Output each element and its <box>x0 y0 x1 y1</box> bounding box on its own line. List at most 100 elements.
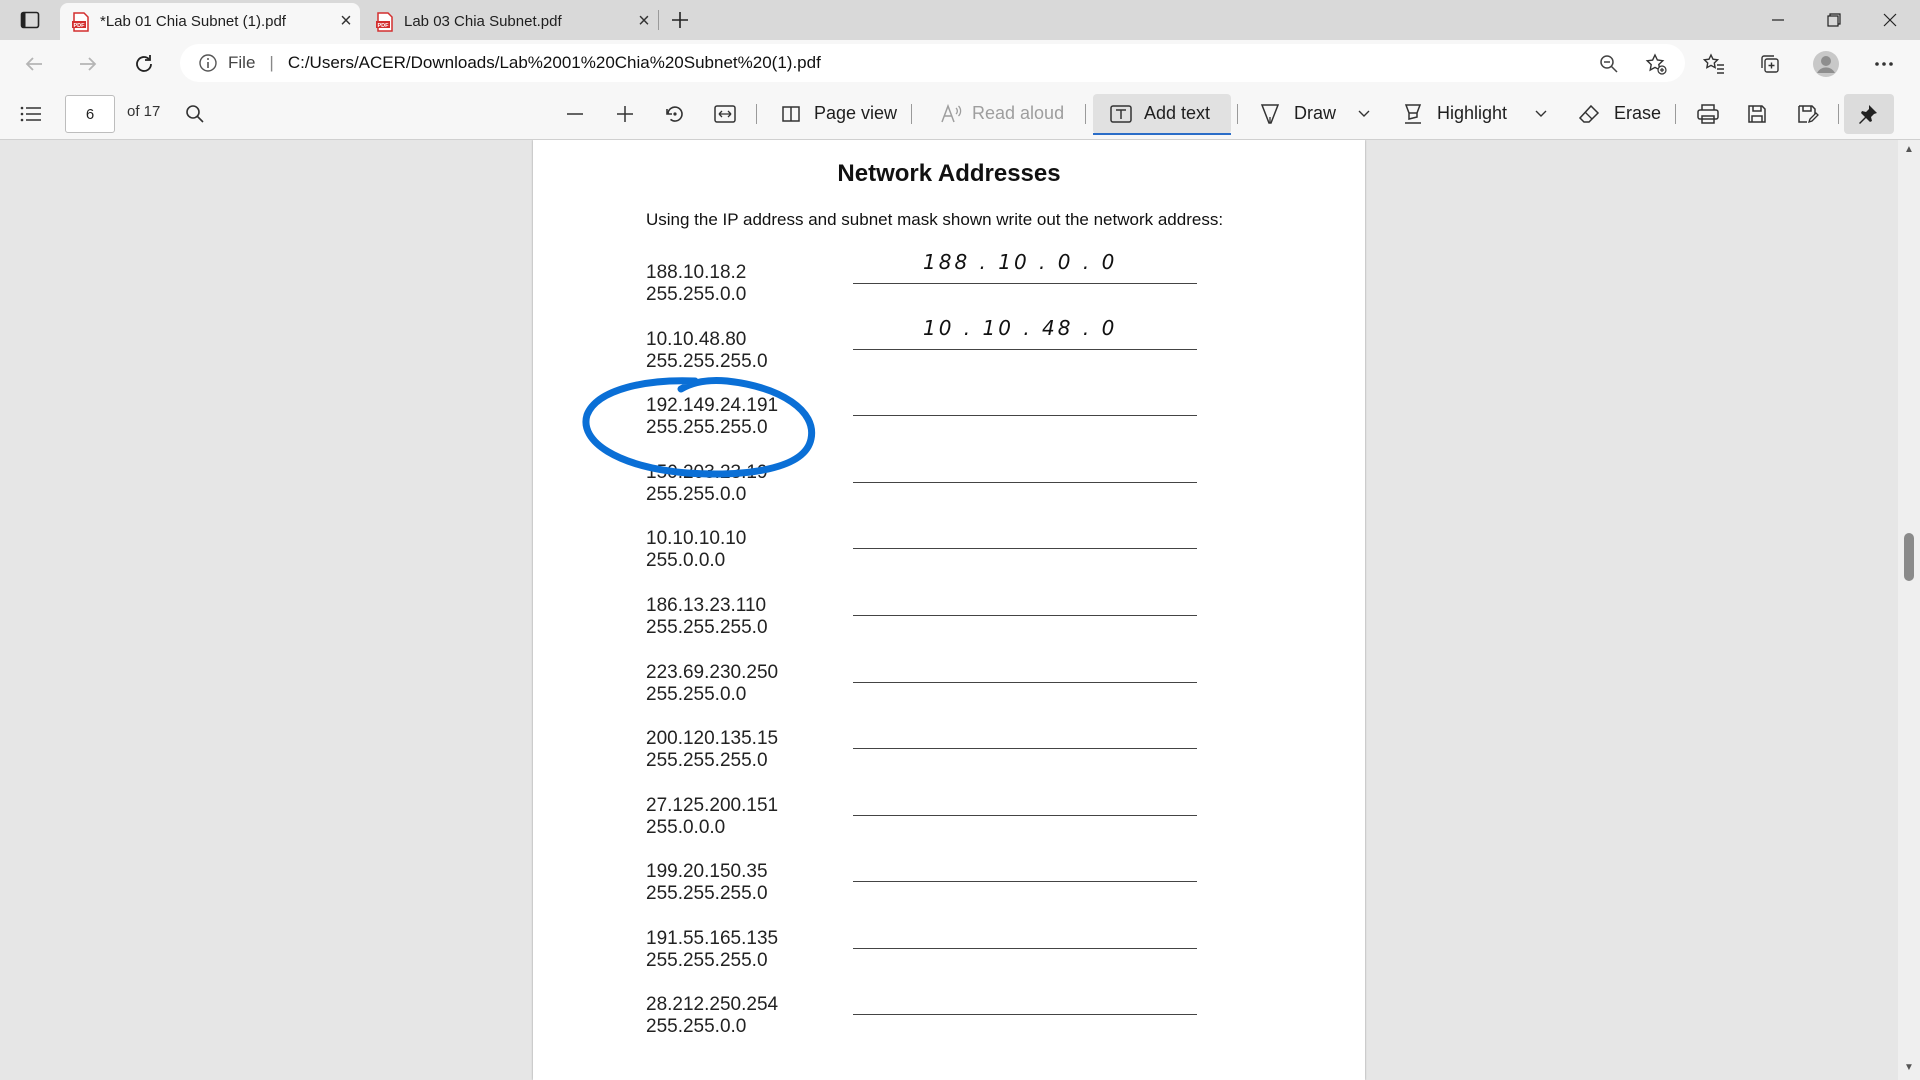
ink-circle-annotation[interactable] <box>577 375 819 481</box>
info-icon[interactable] <box>198 53 218 73</box>
highlight-options-chevron-down-icon[interactable] <box>1535 88 1547 139</box>
close-window-icon[interactable] <box>1862 0 1918 40</box>
find-search-icon[interactable] <box>185 88 205 139</box>
ip-address: 10.10.10.10 <box>646 528 747 549</box>
scroll-up-arrow-icon[interactable]: ▲ <box>1904 144 1914 155</box>
highlight-label: Highlight <box>1437 103 1508 123</box>
read-aloud-label: Read aloud <box>972 103 1065 123</box>
answer-line[interactable] <box>853 881 1197 882</box>
eraser-icon <box>1578 104 1600 124</box>
ip-address: 10.10.48.80 <box>646 329 747 350</box>
fit-page-icon[interactable] <box>714 88 736 139</box>
subnet-mask: 255.255.0.0 <box>646 684 747 705</box>
add-text-button[interactable]: Add text <box>1110 88 1210 139</box>
answer-line[interactable] <box>853 815 1197 816</box>
pdf-toolbar: 6 of 17 Page view Read aloud Add text Dr… <box>0 88 1920 140</box>
page-number-input[interactable]: 6 <box>65 95 115 133</box>
zoom-icon[interactable] <box>1595 50 1623 78</box>
pdf-viewer[interactable]: Network Addresses Using the IP address a… <box>0 140 1920 1080</box>
page-view-icon <box>780 104 802 124</box>
refresh-icon[interactable] <box>128 48 160 80</box>
close-tab-icon[interactable]: × <box>332 10 360 33</box>
read-aloud-button[interactable]: Read aloud <box>940 88 1064 139</box>
answer-line[interactable] <box>853 283 1197 284</box>
answer-line[interactable] <box>853 548 1197 549</box>
add-favorite-icon[interactable] <box>1642 50 1670 78</box>
tab-title: Lab 03 Chia Subnet.pdf <box>404 13 562 30</box>
url-text: C:/Users/ACER/Downloads/Lab%2001%20Chia%… <box>287 53 821 72</box>
handwritten-answer: 10 . 10 . 48 . 0 <box>923 316 1118 340</box>
draw-label: Draw <box>1294 103 1337 123</box>
scheme-label: File <box>228 53 256 72</box>
pdf-page: Network Addresses Using the IP address a… <box>533 140 1365 1080</box>
tab-bar: PDF *Lab 01 Chia Subnet (1).pdf × PDF La… <box>0 0 1920 40</box>
answer-line[interactable] <box>853 415 1197 416</box>
url-divider: | <box>269 53 274 72</box>
url-field[interactable]: File | C:/Users/ACER/Downloads/Lab%2001%… <box>180 44 1685 82</box>
address-entry: 188.10.18.2 255.255.0.0 <box>646 262 746 306</box>
toolbar-divider <box>1237 104 1238 124</box>
save-as-icon[interactable] <box>1797 88 1819 139</box>
contents-list-icon[interactable] <box>20 88 42 139</box>
answer-line[interactable] <box>853 349 1197 350</box>
highlight-icon <box>1403 103 1423 125</box>
read-aloud-icon <box>940 103 962 124</box>
profile-avatar-icon[interactable] <box>1812 50 1840 78</box>
toolbar-divider <box>1085 104 1086 124</box>
favorites-icon[interactable] <box>1700 50 1728 78</box>
toolbar-divider <box>1838 104 1839 124</box>
save-icon[interactable] <box>1747 88 1767 139</box>
ip-address: 186.13.23.110 <box>646 595 767 616</box>
restore-icon[interactable] <box>1806 0 1862 40</box>
pdf-file-icon: PDF <box>72 11 90 32</box>
address-entry: 199.20.150.35 255.255.255.0 <box>646 861 768 905</box>
back-icon[interactable] <box>18 48 50 80</box>
zoom-in-icon[interactable] <box>616 88 634 139</box>
address-entry: 186.13.23.110 255.255.255.0 <box>646 595 768 639</box>
subnet-mask: 255.255.255.0 <box>646 750 768 771</box>
draw-button[interactable]: Draw <box>1260 88 1336 139</box>
new-tab-icon[interactable] <box>666 6 694 34</box>
zoom-out-icon[interactable] <box>566 88 584 139</box>
ip-address: 199.20.150.35 <box>646 861 768 882</box>
page-view-button[interactable]: Page view <box>780 88 897 139</box>
ip-address: 223.69.230.250 <box>646 662 779 683</box>
forward-icon[interactable] <box>72 48 104 80</box>
vertical-scrollbar[interactable]: ▲ ▼ <box>1898 140 1920 1080</box>
answer-line[interactable] <box>853 682 1197 683</box>
subnet-mask: 255.0.0.0 <box>646 550 726 571</box>
close-tab-icon[interactable]: × <box>630 10 658 33</box>
minimize-icon[interactable] <box>1750 0 1806 40</box>
erase-label: Erase <box>1614 103 1662 123</box>
tab-actions-menu-icon[interactable] <box>18 9 42 31</box>
highlight-button[interactable]: Highlight <box>1403 88 1507 139</box>
erase-button[interactable]: Erase <box>1578 88 1661 139</box>
tab-lab01[interactable]: PDF *Lab 01 Chia Subnet (1).pdf × <box>60 3 360 40</box>
ip-address: 27.125.200.151 <box>646 795 779 816</box>
more-options-icon[interactable] <box>1870 50 1898 78</box>
page-view-label: Page view <box>814 103 898 123</box>
document-title: Network Addresses <box>837 160 1061 187</box>
address-entry: 200.120.135.15 255.255.255.0 <box>646 728 778 772</box>
answer-line[interactable] <box>853 482 1197 483</box>
answer-line[interactable] <box>853 948 1197 949</box>
print-icon[interactable] <box>1697 88 1719 139</box>
draw-icon <box>1260 103 1280 125</box>
answer-line[interactable] <box>853 615 1197 616</box>
scroll-down-arrow-icon[interactable]: ▼ <box>1904 1062 1914 1073</box>
svg-text:PDF: PDF <box>378 22 390 28</box>
ip-address: 188.10.18.2 <box>646 262 747 283</box>
tab-lab03[interactable]: PDF Lab 03 Chia Subnet.pdf × <box>364 3 658 40</box>
add-text-icon <box>1110 104 1132 123</box>
subnet-mask: 255.0.0.0 <box>646 817 726 838</box>
collections-icon[interactable] <box>1756 50 1784 78</box>
answer-line[interactable] <box>853 748 1197 749</box>
draw-options-chevron-down-icon[interactable] <box>1358 88 1370 139</box>
answer-line[interactable] <box>853 1014 1197 1015</box>
rotate-icon[interactable] <box>664 88 686 139</box>
tab-title: *Lab 01 Chia Subnet (1).pdf <box>100 13 286 30</box>
pin-toolbar-icon[interactable] <box>1858 88 1878 139</box>
toolbar-divider <box>1675 104 1676 124</box>
scrollbar-thumb[interactable] <box>1904 533 1914 581</box>
address-entry: 223.69.230.250 255.255.0.0 <box>646 662 778 706</box>
